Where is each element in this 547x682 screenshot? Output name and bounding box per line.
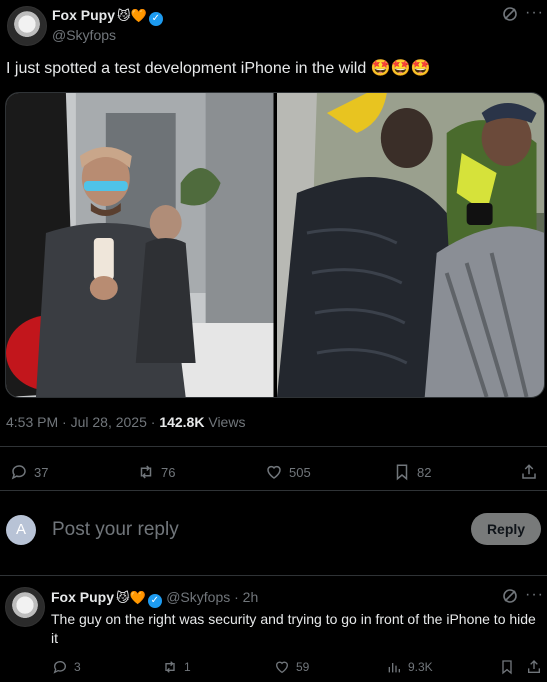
bookmark-action-button[interactable]: 82 xyxy=(393,463,431,481)
like-count: 505 xyxy=(289,464,311,480)
reply-count: 37 xyxy=(34,464,49,480)
reply-text: The guy on the right was security and tr… xyxy=(51,611,536,646)
reply-more-icon[interactable]: ··· xyxy=(525,586,544,604)
reply-button[interactable]: Reply xyxy=(471,513,541,545)
post-meta: 4:53 PM · Jul 28, 2025 · 142.8K Views xyxy=(6,414,245,430)
media-photo-2[interactable] xyxy=(276,93,544,397)
views-label: Views xyxy=(204,414,246,430)
reply-share-button[interactable] xyxy=(526,659,542,675)
verified-badge-icon: ✓ xyxy=(148,12,163,26)
author-avatar[interactable] xyxy=(7,6,47,46)
views-count: 142.8K xyxy=(159,414,205,430)
reply-verified-badge-icon: ✓ xyxy=(147,594,162,608)
reply-repost-count: 1 xyxy=(184,660,191,674)
reply-share-icon xyxy=(528,660,540,673)
share-icon xyxy=(522,464,536,479)
media-photo-1[interactable] xyxy=(6,93,274,397)
reply-bookmark-button[interactable] xyxy=(499,659,515,675)
bookmark-count: 82 xyxy=(417,464,432,480)
reply-author-handle[interactable]: @Skyfops xyxy=(166,589,230,605)
like-action-button[interactable]: 505 xyxy=(265,463,311,481)
share-action-button[interactable] xyxy=(520,463,538,481)
author-display-name[interactable]: Fox Pupy xyxy=(52,7,115,23)
reply-reply-count: 3 xyxy=(74,660,81,674)
repost-count: 76 xyxy=(161,464,176,480)
divider-composer xyxy=(0,575,547,576)
post-text: I just spotted a test development iPhone… xyxy=(6,60,431,77)
name-emojis: 😼🧡 xyxy=(117,8,147,23)
composer-avatar[interactable]: A xyxy=(6,515,36,545)
reply-author-name[interactable]: Fox Pupy xyxy=(51,589,114,605)
reply-repost-icon xyxy=(165,661,175,673)
author-handle[interactable]: @Skyfops xyxy=(52,27,116,43)
reply-author-row: Fox Pupy 😼🧡 ✓ @Skyfops · 2h xyxy=(51,589,258,608)
reply-name-emojis: 😼🧡 xyxy=(116,590,146,605)
reply-views-button[interactable]: 9.3K xyxy=(386,659,433,675)
reply-reply-button[interactable]: 3 xyxy=(52,659,81,675)
reply-action-button[interactable]: 37 xyxy=(10,463,48,481)
reply-time[interactable]: · 2h xyxy=(230,589,258,605)
repost-icon xyxy=(140,465,152,479)
reply-like-count: 59 xyxy=(296,660,310,674)
post-timestamp[interactable]: 4:53 PM · Jul 28, 2025 · xyxy=(6,414,159,430)
post-media[interactable] xyxy=(5,92,545,398)
divider-top xyxy=(0,446,547,447)
reply-author-avatar[interactable] xyxy=(5,587,45,627)
reply-views-count: 9.3K xyxy=(408,660,433,674)
repost-action-button[interactable]: 76 xyxy=(137,463,175,481)
reply-input[interactable]: Post your reply xyxy=(52,519,179,541)
more-options-icon[interactable]: ··· xyxy=(525,4,544,22)
grok-icon[interactable] xyxy=(502,6,518,26)
heart-icon xyxy=(267,465,281,479)
reply-reply-icon xyxy=(53,661,66,674)
reply-like-button[interactable]: 59 xyxy=(274,659,309,675)
reply-repost-button[interactable]: 1 xyxy=(162,659,191,675)
divider-actions xyxy=(0,490,547,491)
author-name-row[interactable]: Fox Pupy 😼🧡 ✓ xyxy=(52,7,163,26)
reply-bookmark-icon xyxy=(502,660,512,675)
reply-grok-icon[interactable] xyxy=(502,588,518,608)
reply-heart-icon xyxy=(275,661,289,674)
analytics-icon xyxy=(388,663,400,673)
reply-icon xyxy=(11,465,26,480)
bookmark-icon xyxy=(396,464,408,481)
